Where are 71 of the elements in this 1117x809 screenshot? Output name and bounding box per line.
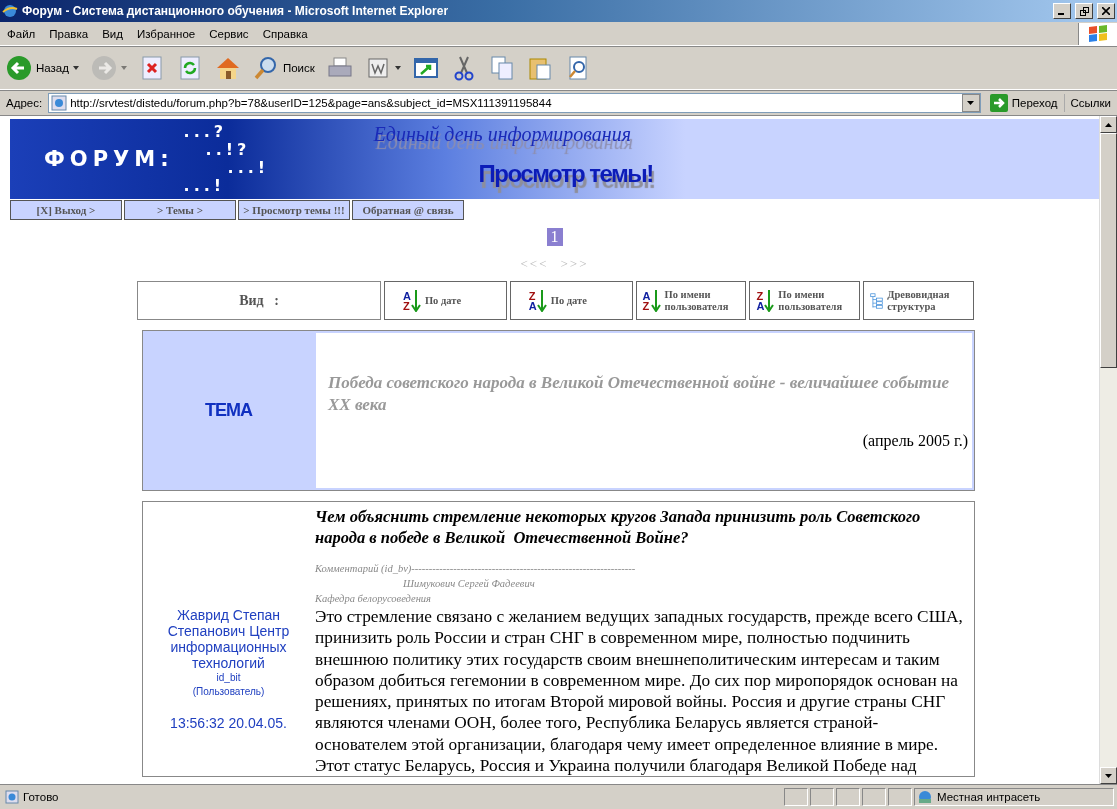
restore-icon: [1079, 6, 1089, 16]
address-label: Адрес:: [5, 97, 44, 109]
banner-mark: ...!: [227, 159, 271, 177]
comment-header: Комментарий (id_bv)----------------------------------------------------------------: [315, 562, 637, 576]
nav-button[interactable]: > Темы >: [124, 200, 236, 220]
browser-icon: [2, 3, 18, 19]
page-heading: Просмотр темы!: [478, 160, 653, 188]
banner-mark: ...?: [183, 123, 229, 141]
dropdown-button[interactable]: [961, 94, 980, 112]
nav-button[interactable]: Обратная @ связь: [352, 200, 464, 220]
search-icon: [252, 55, 279, 81]
status-pane: [836, 788, 860, 806]
down-arrow-icon: [1105, 773, 1112, 778]
post-body: Это стремление связано с желанием ведущих западных государств, прежде всего США, принизить роль России и стран СНГ в современном мире, полностью подчинить внешнюю политику этих государств своим внешнеполитическим интересам и таким образом добиться гегемонии в современном мире. До сих пор миропорядок основан на решениях, принятых по итогам Второй мировой войны. Россия и другие страны СНГ являются членами ООН, более того, Республика Беларусь является страной-основателем этой организации, благодаря чему имеет определенное влияние в мире. Этот статус Беларусь, Россия и Украина получили благодаря Великой Победе над: [315, 606, 964, 777]
minimize-button[interactable]: [1053, 3, 1071, 19]
copy-icon: [488, 55, 515, 81]
menu-item[interactable]: Справка: [255, 27, 315, 40]
topic-title: Победа советского народа в Великой Отечественной войне - величайшее событие XX века: [326, 371, 950, 416]
window-title: Форум - Система дистанционного обучения - Microsoft Internet Explorer: [22, 4, 450, 18]
menu-item[interactable]: Избранное: [129, 27, 203, 40]
status-pane: [888, 788, 912, 806]
forward-icon: [90, 55, 117, 81]
close-icon: [1102, 7, 1110, 15]
window-icon: [412, 55, 439, 81]
topic-label: ТЕМА: [143, 331, 314, 490]
banner-slogan: Единый день информирования: [373, 123, 631, 146]
commenter-department: Кафедра белорусоведения: [315, 592, 432, 606]
go-arrow-icon: [989, 94, 1008, 112]
sort-button[interactable]: Z A По имени пользователя: [749, 281, 861, 320]
user-login: id_bit: [216, 671, 241, 686]
page-icon: [51, 95, 68, 111]
nav-button[interactable]: [X] Выход >: [10, 200, 122, 220]
view-label: Вид :: [137, 281, 381, 320]
back-button[interactable]: Назад: [4, 53, 81, 83]
status-pane: [810, 788, 834, 806]
menu-item[interactable]: Файл: [0, 27, 43, 40]
status-pane: [784, 788, 808, 806]
commenter-name: Шимукович Сергей Фадеевич: [403, 577, 536, 591]
address-field[interactable]: http://srvtest/distedu/forum.php?b=78&userID=125&page=ans&subject_id=MSX111391195844: [48, 93, 981, 113]
back-icon: [6, 55, 32, 81]
post-time: 13:56:32 20.04.05.: [170, 715, 287, 732]
links-button[interactable]: Ссылки: [1067, 97, 1114, 109]
status-pane: [862, 788, 886, 806]
author-name[interactable]: Жаврид Степан Степанович Центр информационных технологий: [163, 607, 294, 672]
sort-button[interactable]: A Z По имени пользователя: [635, 281, 747, 320]
page-icon: [5, 790, 19, 804]
restore-button[interactable]: [1075, 3, 1093, 19]
nav-button[interactable]: > Просмотр темы !!!: [238, 200, 350, 220]
down-arrow-icon: [967, 101, 975, 105]
sort-button[interactable]: Древовидная структура: [863, 281, 974, 320]
scrollbar[interactable]: [1099, 116, 1117, 784]
menu-item[interactable]: Сервис: [202, 27, 256, 40]
zone-indicator: Местная интрасеть: [914, 788, 1114, 806]
menu-item[interactable]: Вид: [95, 27, 130, 40]
banner-mark: ..!?: [205, 141, 252, 159]
forum-logo: ФОРУМ:: [44, 147, 174, 171]
up-arrow-icon: [1105, 122, 1112, 127]
banner-mark: ...!: [183, 177, 227, 195]
topic-date: (апрель 2005 г.): [862, 431, 968, 450]
go-button[interactable]: Переход: [983, 94, 1065, 112]
menu-item[interactable]: Правка: [42, 27, 96, 40]
search-button[interactable]: Поиск: [250, 53, 317, 83]
status-text: Готово: [3, 788, 782, 806]
windows-logo-icon: [1087, 23, 1109, 44]
paste-icon: [526, 55, 553, 81]
globe-icon: [917, 790, 933, 804]
sort-button[interactable]: A Z По дате: [384, 281, 507, 320]
user-role: (Пользователь): [192, 685, 265, 700]
post-question: Чем объяснить стремление некоторых кругов Запада принизить роль Советского народа в победе в Великой Отечественной Войне?: [315, 506, 922, 548]
sort-button[interactable]: Z A По дате: [509, 281, 633, 320]
close-button[interactable]: [1097, 3, 1115, 19]
